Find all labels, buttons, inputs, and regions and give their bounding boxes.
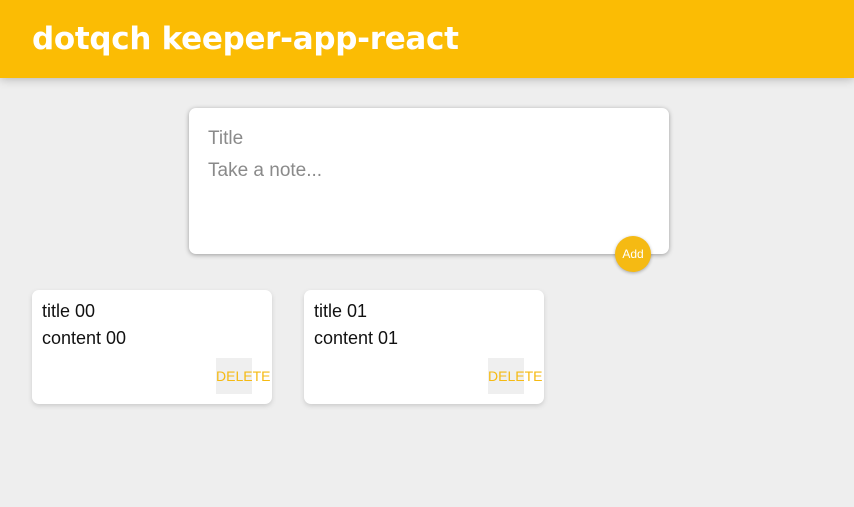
note-card: title 00 content 00 DELETE (32, 290, 272, 404)
note-content-input[interactable] (208, 159, 648, 239)
delete-note-button[interactable]: DELETE (488, 358, 542, 394)
delete-note-button[interactable]: DELETE (216, 358, 270, 394)
note-title-input[interactable] (208, 127, 648, 151)
note-card: title 01 content 01 DELETE (304, 290, 544, 404)
note-title: title 01 (314, 301, 368, 321)
create-note-form: Add (189, 108, 669, 272)
delete-button-label: DELETE (216, 368, 271, 384)
delete-button-label: DELETE (488, 368, 543, 384)
note-title: title 00 (42, 301, 96, 321)
note-content: content 00 (42, 328, 127, 348)
note-content: content 01 (314, 328, 399, 348)
app-title: dotqch keeper-app-react (32, 21, 459, 57)
add-note-button[interactable]: Add (615, 236, 651, 272)
app-header: dotqch keeper-app-react (0, 0, 854, 78)
